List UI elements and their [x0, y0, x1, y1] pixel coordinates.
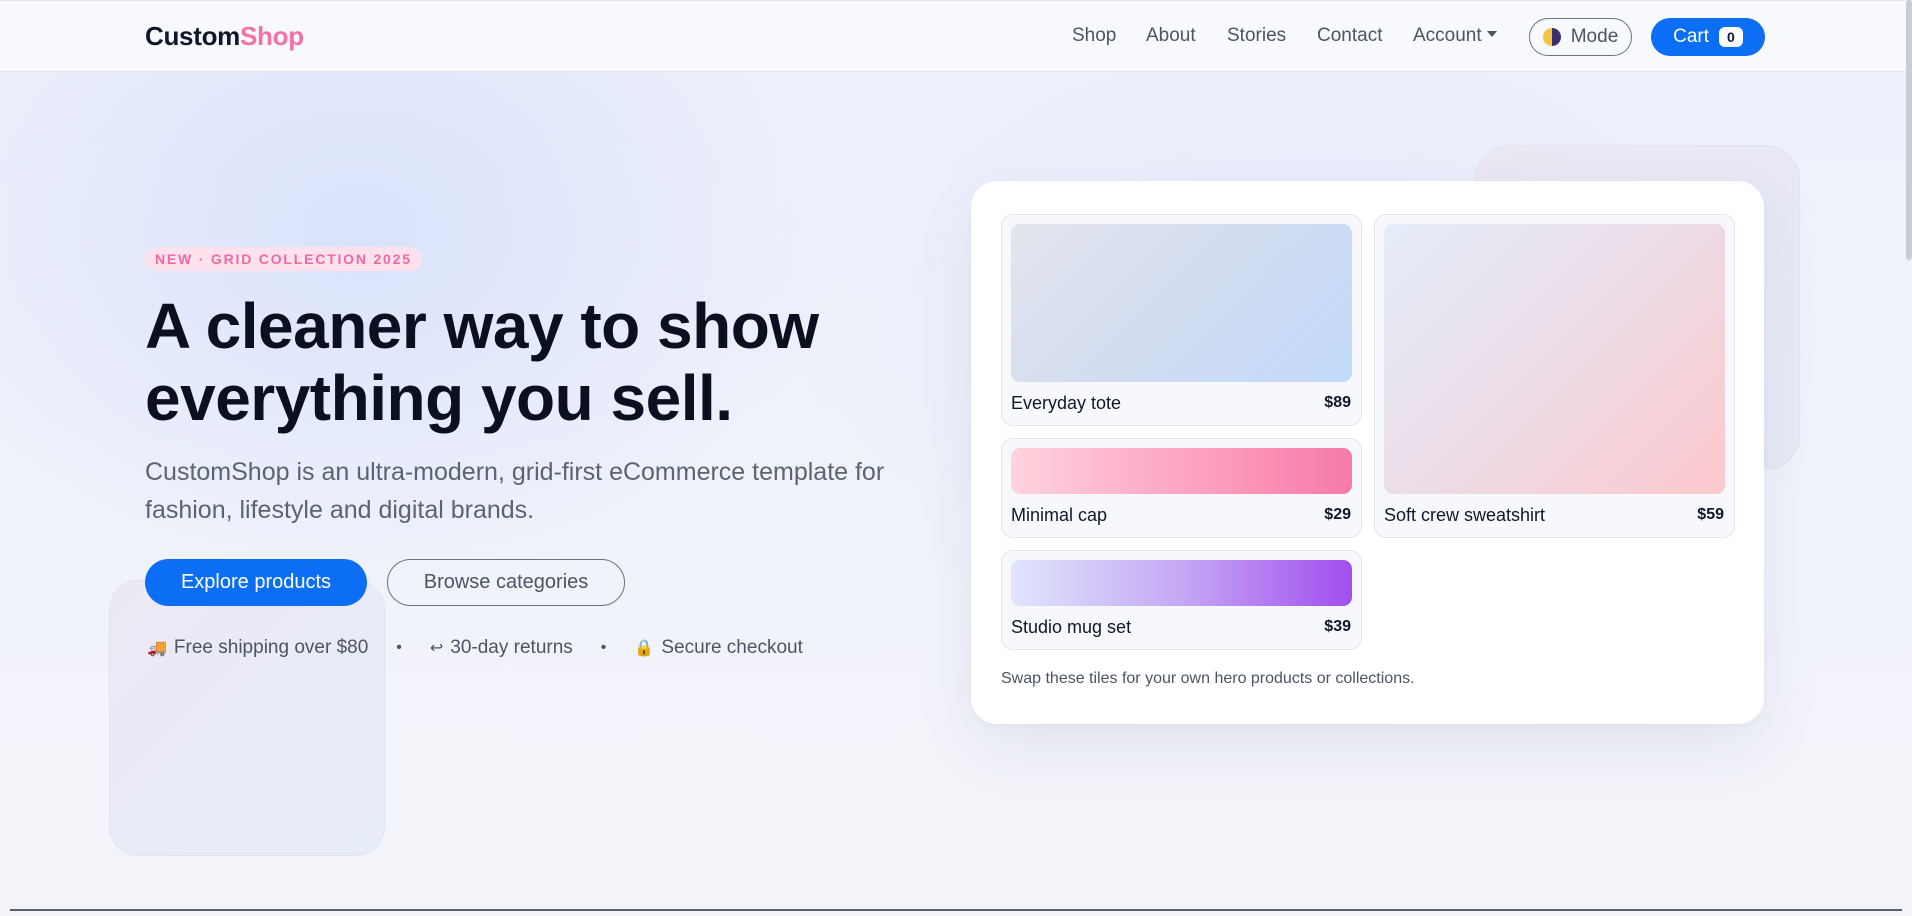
product-price: $59 — [1697, 506, 1724, 523]
perk-shipping: 🚚 Free shipping over $80 — [147, 637, 368, 659]
nav-link-shop[interactable]: Shop — [1072, 25, 1116, 47]
section-divider — [10, 909, 1902, 911]
product-image — [1011, 560, 1352, 606]
perk-separator: • — [396, 639, 402, 656]
card-note: Swap these tiles for your own hero produ… — [1001, 670, 1415, 687]
lock-icon: 🔒 — [634, 640, 655, 657]
nav-link-stories[interactable]: Stories — [1227, 25, 1286, 47]
product-tile-cap[interactable]: Minimal cap $29 — [1001, 438, 1362, 538]
product-tile-tote[interactable]: Everyday tote $89 — [1001, 214, 1362, 426]
scrollbar[interactable] — [1906, 0, 1912, 260]
perk-returns: ↩ 30-day returns — [430, 637, 573, 659]
product-tile-mug[interactable]: Studio mug set $39 — [1001, 550, 1362, 650]
cart-button[interactable]: Cart 0 — [1651, 18, 1765, 56]
hero-title: A cleaner way to show everything you sell… — [145, 290, 905, 434]
nav-link-about[interactable]: About — [1146, 25, 1196, 47]
half-moon-icon — [1542, 28, 1561, 46]
return-arrow-icon: ↩ — [429, 640, 444, 657]
product-name: Soft crew sweatshirt — [1384, 505, 1546, 525]
brand-part-1: Custom — [145, 21, 240, 51]
perk-shipping-text: Free shipping over $80 — [173, 637, 369, 658]
product-price: $89 — [1324, 394, 1351, 411]
cart-label: Cart — [1673, 26, 1710, 47]
perk-returns-text: 30-day returns — [450, 637, 573, 658]
browse-categories-button[interactable]: Browse categories — [387, 559, 625, 606]
nav-account-dropdown[interactable]: Account — [1413, 25, 1497, 47]
navbar: CustomShop Shop About Stories Contact Ac… — [0, 0, 1912, 72]
product-image — [1011, 448, 1352, 494]
cart-count-badge: 0 — [1719, 27, 1743, 47]
explore-products-button[interactable]: Explore products — [145, 559, 367, 606]
product-price: $39 — [1324, 618, 1351, 635]
caret-down-icon — [1486, 31, 1497, 38]
product-name: Studio mug set — [1011, 617, 1132, 637]
perk-secure-text: Secure checkout — [661, 637, 803, 658]
perk-separator: • — [600, 639, 607, 656]
product-price: $29 — [1324, 506, 1351, 523]
product-name: Minimal cap — [1011, 505, 1108, 525]
hero-subtitle: CustomShop is an ultra-modern, grid-firs… — [145, 453, 945, 529]
truck-icon: 🚚 — [147, 640, 167, 657]
account-label: Account — [1413, 25, 1482, 46]
brand-part-2: Shop — [239, 21, 304, 51]
product-tile-sweatshirt[interactable]: Soft crew sweatshirt $59 — [1374, 214, 1735, 538]
perk-secure: 🔒 Secure checkout — [634, 637, 802, 659]
product-showcase-card: Everyday tote $89 Soft crew sweatshirt $… — [971, 181, 1764, 724]
hero-subtitle-line-1: CustomShop is an ultra-modern, grid-firs… — [145, 458, 885, 486]
product-image — [1384, 224, 1725, 494]
perks-row: 🚚 Free shipping over $80 • ↩ 30-day return… — [147, 637, 803, 659]
mode-toggle-button[interactable]: Mode — [1529, 18, 1632, 56]
product-image — [1011, 224, 1352, 382]
hero-title-line-2: everything you sell. — [145, 362, 733, 434]
product-name: Everyday tote — [1011, 393, 1122, 413]
decorative-square-left — [109, 580, 385, 856]
nav-link-contact[interactable]: Contact — [1317, 25, 1382, 47]
hero-subtitle-line-2: fashion, lifestyle and digital brands. — [145, 496, 535, 524]
collection-badge: NEW · GRID COLLECTION 2025 — [145, 247, 422, 271]
brand-logo[interactable]: CustomShop — [145, 21, 304, 52]
mode-label: Mode — [1570, 26, 1619, 47]
hero-title-line-1: A cleaner way to show — [145, 290, 819, 362]
